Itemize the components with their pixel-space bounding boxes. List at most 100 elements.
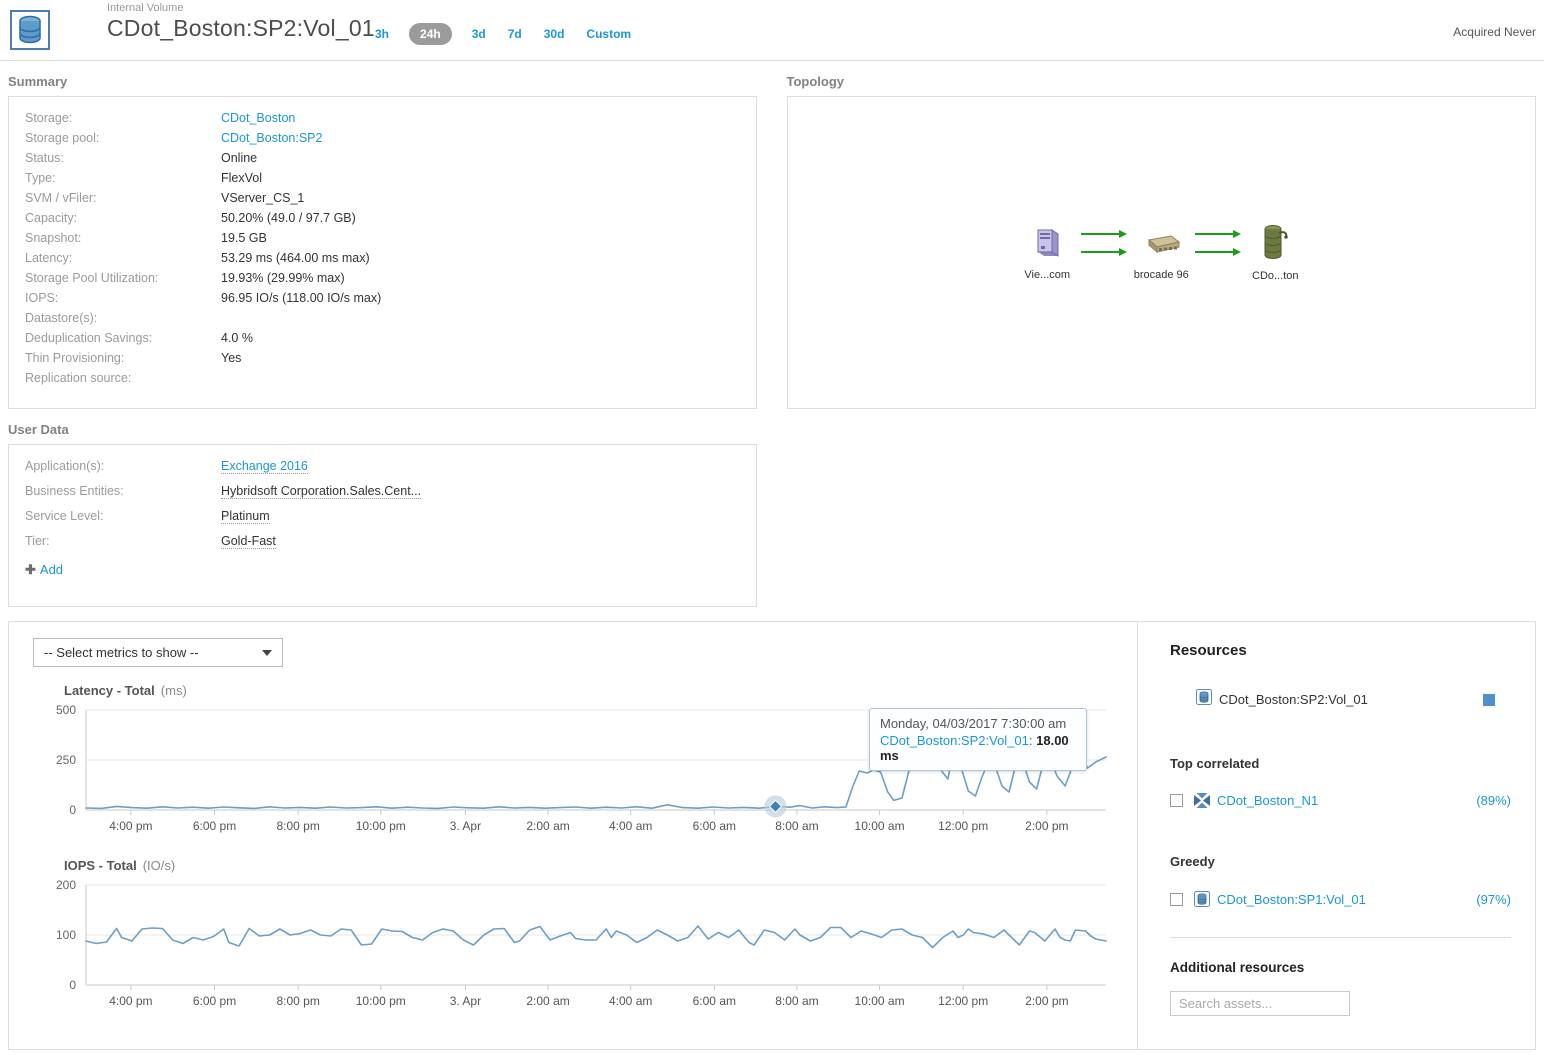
field-label: SVM / vFiler: [25, 191, 221, 205]
svg-text:2:00 pm: 2:00 pm [1025, 994, 1068, 1008]
greedy-checkbox[interactable] [1170, 893, 1183, 906]
storage-array-icon [1261, 223, 1289, 266]
svg-text:12:00 pm: 12:00 pm [938, 819, 988, 833]
topology-node-storage[interactable]: CDo...ton [1243, 223, 1307, 282]
topology-node-label: brocade 96 [1134, 269, 1189, 281]
topology-node-label: Vie...com [1024, 269, 1070, 281]
field-value: 4.0 % [221, 331, 253, 345]
tooltip-timestamp: Monday, 04/03/2017 7:30:00 am [880, 716, 1076, 731]
field-value: 19.5 GB [221, 231, 267, 245]
svg-text:3. Apr: 3. Apr [450, 994, 481, 1008]
time-range-3d[interactable]: 3d [470, 23, 488, 45]
svg-text:500: 500 [56, 703, 76, 717]
greedy-row: CDot_Boston:SP1:Vol_01 (97%) [1170, 891, 1511, 907]
topology-connection-arrows [1195, 229, 1241, 257]
field-row: SVM / vFiler:VServer_CS_1 [25, 191, 740, 211]
resources-panel: Resources CDot_Boston:SP2:Vol_01 Top cor… [1137, 622, 1535, 1049]
field-row: Replication source: [25, 371, 740, 391]
additional-resources-heading: Additional resources [1170, 960, 1511, 975]
field-row: Deduplication Savings:4.0 % [25, 331, 740, 351]
field-value[interactable]: CDot_Boston [221, 111, 295, 125]
field-label: Business Entities: [25, 484, 221, 498]
field-row: IOPS:96.95 IO/s (118.00 IO/s max) [25, 291, 740, 311]
host-server-icon [1030, 224, 1064, 265]
svg-text:2:00 am: 2:00 am [526, 819, 569, 833]
metrics-select-label: -- Select metrics to show -- [44, 645, 199, 660]
svg-text:10:00 am: 10:00 am [855, 819, 905, 833]
resource-main-item: CDot_Boston:SP2:Vol_01 [1196, 689, 1511, 710]
field-row: Storage:CDot_Boston [25, 111, 740, 131]
field-row: Datastore(s): [25, 311, 740, 331]
field-value: Hybridsoft Corporation.Sales.Cent... [221, 484, 421, 499]
field-value[interactable]: Exchange 2016 [221, 459, 308, 474]
greedy-link[interactable]: CDot_Boston:SP1:Vol_01 [1217, 892, 1366, 907]
field-row: Status:Online [25, 151, 740, 171]
node-icon [1194, 793, 1210, 808]
iops-chart[interactable]: IOPS - Total(IO/s)01002004:00 pm6:00 pm8… [24, 858, 1137, 1017]
field-value: Yes [221, 351, 241, 365]
field-row: Thin Provisioning:Yes [25, 351, 740, 371]
field-value: 96.95 IO/s (118.00 IO/s max) [221, 291, 381, 305]
expert-view-section: -- Select metrics to show -- Latency - T… [8, 621, 1536, 1050]
time-range-custom[interactable]: Custom [584, 23, 633, 45]
topology-connection-arrows [1081, 229, 1127, 257]
summary-fields: Storage:CDot_BostonStorage pool:CDot_Bos… [25, 111, 740, 391]
time-range-7d[interactable]: 7d [506, 23, 524, 45]
search-assets-input[interactable] [1170, 991, 1350, 1016]
svg-text:250: 250 [56, 753, 76, 767]
svg-text:6:00 pm: 6:00 pm [193, 994, 236, 1008]
greedy-percent[interactable]: (97%) [1476, 892, 1511, 907]
asset-type-label: Internal Volume [107, 2, 375, 14]
field-label: Storage Pool Utilization: [25, 271, 221, 285]
svg-text:2:00 am: 2:00 am [526, 994, 569, 1008]
field-value[interactable]: CDot_Boston:SP2 [221, 131, 322, 145]
topology-section-title: Topology [787, 74, 1537, 89]
field-label: Application(s): [25, 459, 221, 473]
time-range-30d[interactable]: 30d [542, 23, 567, 45]
field-label: IOPS: [25, 291, 221, 305]
svg-text:6:00 am: 6:00 am [693, 994, 736, 1008]
field-value: FlexVol [221, 171, 262, 185]
svg-text:4:00 pm: 4:00 pm [109, 819, 152, 833]
top-correlated-percent[interactable]: (89%) [1476, 793, 1511, 808]
time-range-group: 3h 24h 3d 7d 30d Custom [373, 23, 633, 45]
topology-panel: Vie...com [787, 96, 1537, 409]
resources-title: Resources [1170, 642, 1511, 659]
field-row: Storage Pool Utilization:19.93% (29.99% … [25, 271, 740, 291]
svg-text:8:00 am: 8:00 am [775, 994, 818, 1008]
topology-node-host[interactable]: Vie...com [1015, 224, 1079, 281]
internal-volume-icon [10, 10, 50, 50]
top-correlated-checkbox[interactable] [1170, 794, 1183, 807]
field-value: Gold-Fast [221, 534, 276, 549]
svg-text:100: 100 [56, 928, 76, 942]
field-value: 53.29 ms (464.00 ms max) [221, 251, 370, 265]
topology-node-label: CDo...ton [1252, 270, 1298, 282]
add-user-data-button[interactable]: ✚Add [25, 562, 63, 578]
field-value: VServer_CS_1 [221, 191, 304, 205]
time-range-24h[interactable]: 24h [409, 23, 452, 45]
latency-chart[interactable]: Latency - Total(ms)02505004:00 pm6:00 pm… [24, 683, 1137, 842]
svg-text:3. Apr: 3. Apr [450, 819, 481, 833]
user-data-section-title: User Data [8, 422, 757, 437]
top-correlated-heading: Top correlated [1170, 756, 1511, 771]
greedy-heading: Greedy [1170, 854, 1511, 869]
svg-text:4:00 am: 4:00 am [609, 819, 652, 833]
metrics-select-dropdown[interactable]: -- Select metrics to show -- [33, 638, 283, 667]
topology-node-switch[interactable]: brocade 96 [1129, 224, 1193, 281]
field-label: Capacity: [25, 211, 221, 225]
field-label: Deduplication Savings: [25, 331, 221, 345]
field-row: Application(s):Exchange 2016 [25, 459, 740, 484]
user-data-panel: Application(s):Exchange 2016Business Ent… [8, 444, 757, 607]
time-range-3h[interactable]: 3h [373, 23, 391, 45]
svg-text:4:00 pm: 4:00 pm [109, 994, 152, 1008]
volume-icon [1196, 689, 1212, 710]
acquired-status: Acquired Never [1453, 25, 1536, 39]
field-row: Latency:53.29 ms (464.00 ms max) [25, 251, 740, 271]
field-row: Type:FlexVol [25, 171, 740, 191]
svg-text:8:00 am: 8:00 am [775, 819, 818, 833]
field-row: Storage pool:CDot_Boston:SP2 [25, 131, 740, 151]
top-correlated-link[interactable]: CDot_Boston_N1 [1217, 793, 1318, 808]
field-label: Datastore(s): [25, 311, 221, 325]
svg-text:2:00 pm: 2:00 pm [1025, 819, 1068, 833]
field-row: Business Entities:Hybridsoft Corporation… [25, 484, 740, 509]
